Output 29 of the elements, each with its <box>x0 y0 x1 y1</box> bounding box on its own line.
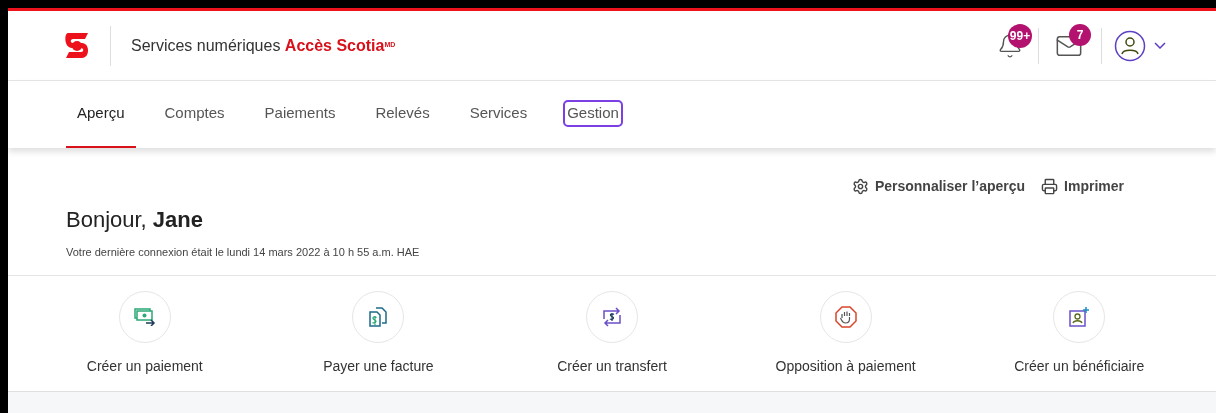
add-person-icon <box>1068 305 1091 328</box>
document-dollar-icon <box>368 305 389 328</box>
last-login-text: Votre dernière connexion était le lundi 14 mars 2022 à 10 h 55 a.m. HAE <box>66 245 420 260</box>
nav-tab[interactable]: Aperçu <box>75 102 127 125</box>
quick-action-button[interactable]: Créer un bénéficiaire <box>1014 290 1145 377</box>
nav-tab[interactable]: Services <box>467 102 530 125</box>
nav-tab[interactable]: Paiements <box>262 102 338 125</box>
customize-button[interactable]: Personnaliser l’aperçu <box>851 176 1026 197</box>
print-button[interactable]: Imprimer <box>1041 176 1124 197</box>
quick-action-button[interactable]: Opposition à paiement <box>775 290 916 377</box>
quick-action-button[interactable]: Créer un transfert <box>557 290 667 377</box>
service-title: Services numériques Accès Scotia$^{MD}$ <box>131 35 396 56</box>
nav-tab[interactable]: Gestion <box>565 102 621 125</box>
greeting: Bonjour, Jane <box>66 206 203 234</box>
nav-tab[interactable]: Comptes <box>162 102 227 125</box>
dollar-exchange-icon <box>601 306 623 327</box>
notification-count: 99+ <box>1008 23 1032 48</box>
profile-button[interactable] <box>1114 29 1166 62</box>
quick-action-button[interactable]: Payer une facture <box>323 290 434 377</box>
logo-icon <box>64 30 90 61</box>
quick-action-button[interactable]: Créer un paiement <box>86 290 203 377</box>
nav-tab[interactable]: Relevés <box>373 102 432 125</box>
cash-transfer-icon <box>133 307 156 326</box>
stop-hand-icon <box>834 305 857 328</box>
chevron-down-icon <box>1154 42 1166 49</box>
message-count: 7 <box>1069 23 1091 46</box>
printer-icon <box>1041 178 1059 195</box>
user-avatar-icon <box>1114 29 1146 62</box>
settings-icon <box>851 178 869 195</box>
